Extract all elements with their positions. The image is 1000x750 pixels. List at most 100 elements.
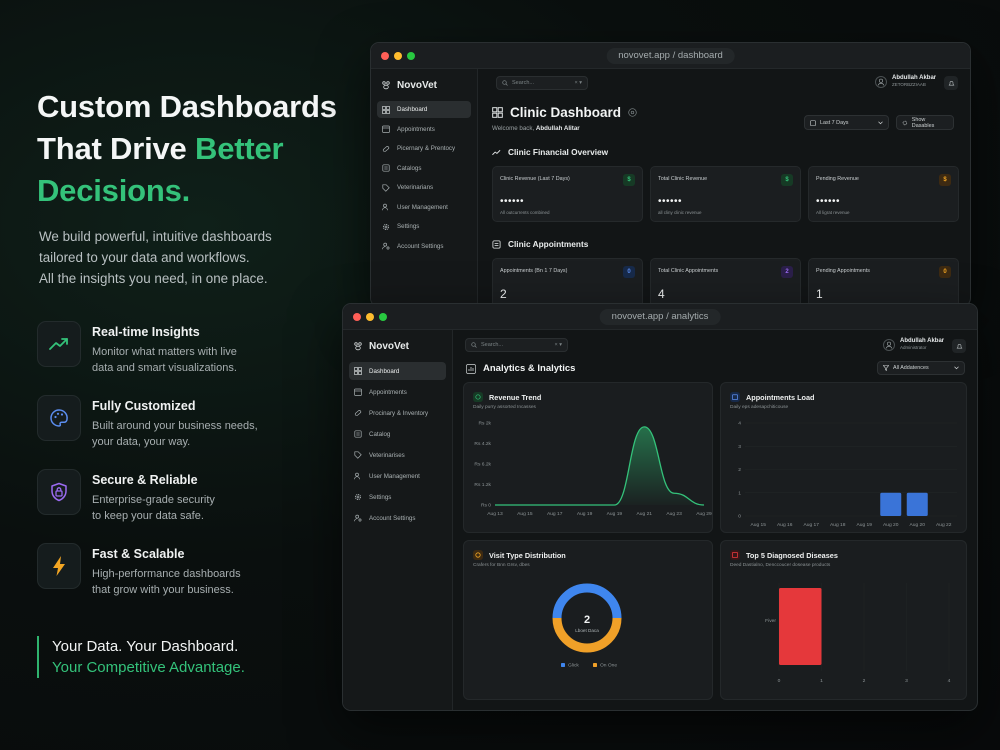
address-bar[interactable]: novovet.app / dashboard <box>606 48 735 64</box>
sidebar-item-inventory[interactable]: Procinary & Inventory <box>349 404 446 422</box>
sidebar-item-user-management[interactable]: User Management <box>377 199 471 216</box>
hero-title-line-1: Custom Dashboards <box>37 89 337 124</box>
user-menu[interactable]: Abdullah Akbar ZETORBZZIAAB <box>875 75 936 88</box>
kpi-card-total-revenue: Total Clinic Revenue $ •••••• all cliny … <box>650 166 801 222</box>
dollar-icon: $ <box>939 174 951 186</box>
sidebar-item-catalog[interactable]: Catalog <box>349 425 446 443</box>
sidebar-item-veterinarians[interactable]: Veterinarises <box>349 446 446 464</box>
sidebar-item-account-settings[interactable]: Account Settings <box>377 238 471 255</box>
sidebar-item-dashboard[interactable]: Dashboard <box>377 101 471 118</box>
feature-fast: Fast & Scalable High-performance dashboa… <box>37 543 327 617</box>
sidebar-item-user-management[interactable]: User Management <box>349 467 446 485</box>
dollar-icon: $ <box>781 174 793 186</box>
sidebar-item-pharmacy[interactable]: Picernary & Prentocy <box>377 140 471 157</box>
minimize-dot[interactable] <box>394 52 402 60</box>
calendar-icon <box>354 388 362 396</box>
x-tick-label: Aug 22 <box>936 522 952 528</box>
close-dot[interactable] <box>381 52 389 60</box>
kpi-value-masked: •••••• <box>816 196 841 207</box>
gear-icon <box>902 120 908 125</box>
list-icon <box>492 240 501 248</box>
search-placeholder: Search... <box>481 342 504 348</box>
settings-small-icon[interactable] <box>628 108 637 117</box>
appointments-section-title: Clinic Appointments <box>492 239 588 249</box>
hero-title-line-2: That Drive Better <box>37 128 367 170</box>
analytics-icon <box>466 363 476 374</box>
palette-icon <box>37 395 81 441</box>
x-tick-label: Aug 19 <box>577 511 593 517</box>
search-input[interactable]: Search... × ▾ <box>465 338 568 352</box>
legend-swatch <box>593 663 597 667</box>
feature-title: Fully Customized <box>92 399 196 413</box>
welcome-text: Welcome back, Abdullah Alitar <box>492 125 580 132</box>
bar <box>880 492 902 516</box>
x-tick-label: 1 <box>820 678 823 684</box>
maximize-dot[interactable] <box>379 313 387 321</box>
minimize-dot[interactable] <box>366 313 374 321</box>
filter-select[interactable]: All Addatences <box>877 361 965 375</box>
hero-subtitle-line-3: All the insights you need, in one place. <box>39 271 268 286</box>
sidebar-item-account-settings[interactable]: Account Settings <box>349 509 446 527</box>
kpi-label: Clinic Revenue (Last 7 Days) <box>500 176 570 182</box>
kpi-label: Pending Appointments <box>816 268 870 274</box>
sidebar-item-dashboard[interactable]: Dashboard <box>349 362 446 380</box>
sidebar-item-settings[interactable]: Settings <box>349 488 446 506</box>
lightning-icon <box>37 543 81 589</box>
users-icon <box>382 203 388 211</box>
hero-subtitle-line-2: tailored to your data and workflows. <box>39 250 250 265</box>
kpi-card-total-appointments: Total Clinic Appointments 2 4 <box>650 258 801 306</box>
sidebar: NovoVet Dashboard Appointments Picernary… <box>371 69 478 306</box>
search-placeholder: Search... <box>512 80 535 86</box>
sidebar-item-settings[interactable]: Settings <box>377 218 471 235</box>
user-gear-icon <box>382 242 390 250</box>
paw-logo-icon <box>354 342 362 351</box>
brand-name: NovoVet <box>397 79 438 91</box>
x-tick-label: Aug 17 <box>803 522 819 528</box>
chevron-down-icon <box>954 366 959 370</box>
brand: NovoVet <box>377 77 471 93</box>
y-tick-label: Rs 6.2k <box>474 462 491 468</box>
pill-icon <box>354 410 362 416</box>
diseases-bar-chart: 0 1 2 3 4 Fiver <box>765 583 951 684</box>
legend-swatch <box>561 663 565 667</box>
user-menu[interactable]: Abdullah Akbar Administrator <box>883 338 944 351</box>
sidebar: NovoVet Dashboard Appointments Procinary… <box>343 330 453 710</box>
feature-desc: Built around your business needs, your da… <box>92 420 258 448</box>
user-name: Abdullah Akbar <box>892 75 937 81</box>
catalog-icon <box>382 164 390 172</box>
notifications-button[interactable] <box>952 339 966 353</box>
window-titlebar: novovet.app / dashboard <box>371 43 970 69</box>
welcome-name: Abdullah Alitar <box>535 125 580 132</box>
show-dashboards-button[interactable]: Show Dasables <box>896 115 954 130</box>
feature-customized: Fully Customized Built around your busin… <box>37 395 327 469</box>
address-bar[interactable]: novovet.app / analytics <box>599 309 721 325</box>
x-tick-label: Aug 19 <box>856 522 872 528</box>
kpi-label: Pending Revenue <box>816 176 859 182</box>
sidebar-item-veterinarians[interactable]: Veterinarians <box>377 179 471 196</box>
sidebar-item-appointments[interactable]: Appointments <box>349 383 446 401</box>
grid-icon <box>354 367 362 375</box>
maximize-dot[interactable] <box>407 52 415 60</box>
close-dot[interactable] <box>353 313 361 321</box>
x-tick-label: 0 <box>778 678 781 684</box>
notifications-button[interactable] <box>944 76 958 90</box>
appointments-load-card: Appointments Load Daily eps adesapchitic… <box>720 382 967 533</box>
donut-center-value: 2 <box>584 614 590 626</box>
count-badge: 2 <box>781 266 793 278</box>
x-tick-label: Aug 18 <box>830 522 846 528</box>
y-tick-label: Rs 0 <box>481 503 491 509</box>
sidebar-item-catalogs[interactable]: Catalogs <box>377 160 471 177</box>
kpi-card-pending-appointments: Pending Appointments 0 1 <box>808 258 959 306</box>
shield-lock-icon <box>37 469 81 515</box>
y-tick-label: Rs 1.2k <box>474 482 491 488</box>
date-range-select[interactable]: Last 7 Days <box>804 115 889 130</box>
hero-subtitle-line-1: We build powerful, intuitive dashboards <box>39 229 272 244</box>
y-tick-label: 1 <box>738 490 741 496</box>
grid-icon <box>382 105 390 114</box>
x-tick-label: Aug 15 <box>750 522 766 528</box>
feature-list: Real-time Insights Monitor what matters … <box>37 321 327 617</box>
financial-section-title: Clinic Financial Overview <box>492 147 608 157</box>
hero-title-line-3: Decisions. <box>37 173 191 208</box>
search-input[interactable]: Search... × ▾ <box>496 76 588 90</box>
sidebar-item-appointments[interactable]: Appointments <box>377 121 471 138</box>
